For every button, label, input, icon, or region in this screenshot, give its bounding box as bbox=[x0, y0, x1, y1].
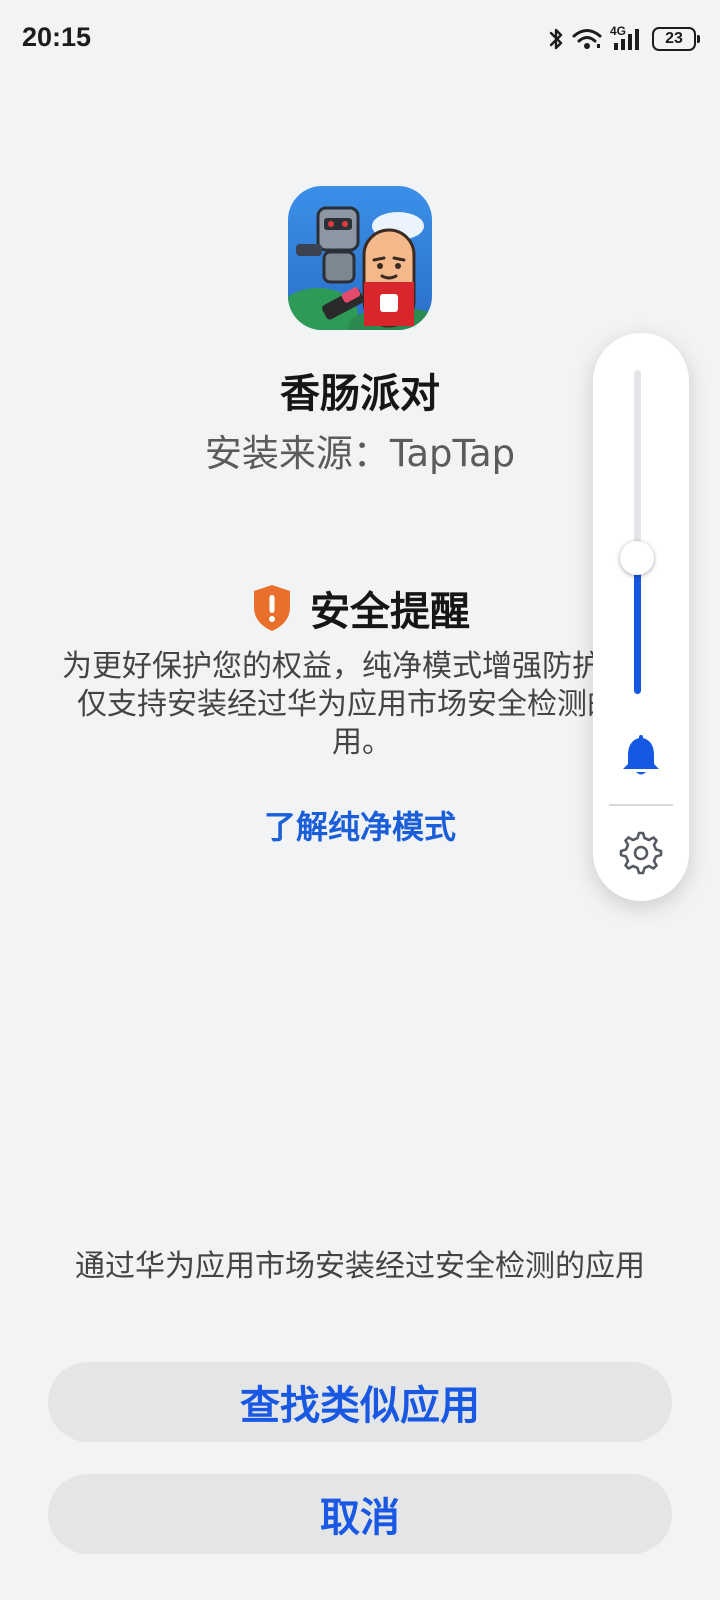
bell-icon[interactable] bbox=[620, 731, 662, 779]
volume-slider-track[interactable] bbox=[634, 370, 641, 694]
status-bar: 20:15 4G 23 bbox=[0, 0, 720, 80]
find-similar-apps-button[interactable]: 查找类似应用 bbox=[48, 1362, 672, 1442]
battery-level: 23 bbox=[665, 30, 683, 47]
shield-warning-icon bbox=[254, 585, 290, 631]
cellular-signal-icon: 4G bbox=[610, 24, 644, 52]
bottom-hint: 通过华为应用市场安装经过安全检测的应用 bbox=[75, 1249, 645, 1284]
status-icons: 4G 23 bbox=[548, 24, 700, 54]
install-blocked-screen: 20:15 4G 23 香肠派对 安装来源：TapTap 安全提醒 为更好保护您… bbox=[0, 0, 720, 1600]
volume-panel bbox=[593, 333, 689, 901]
volume-panel-divider bbox=[609, 804, 673, 806]
security-body: 为更好保护您的权益，纯净模式增强防护下，仅支持安装经过华为应用市场安全检测的应用… bbox=[62, 649, 662, 760]
app-icon-sausage-party bbox=[288, 186, 432, 330]
bluetooth-icon bbox=[549, 28, 563, 50]
battery-icon: 23 bbox=[652, 27, 700, 51]
volume-slider-fill bbox=[634, 558, 641, 694]
security-title: 安全提醒 bbox=[310, 589, 470, 635]
wifi-icon bbox=[572, 29, 602, 49]
gear-icon[interactable] bbox=[618, 830, 664, 876]
volume-slider-thumb[interactable] bbox=[620, 541, 654, 575]
cancel-button[interactable]: 取消 bbox=[48, 1474, 672, 1554]
status-time: 20:15 bbox=[22, 22, 92, 52]
